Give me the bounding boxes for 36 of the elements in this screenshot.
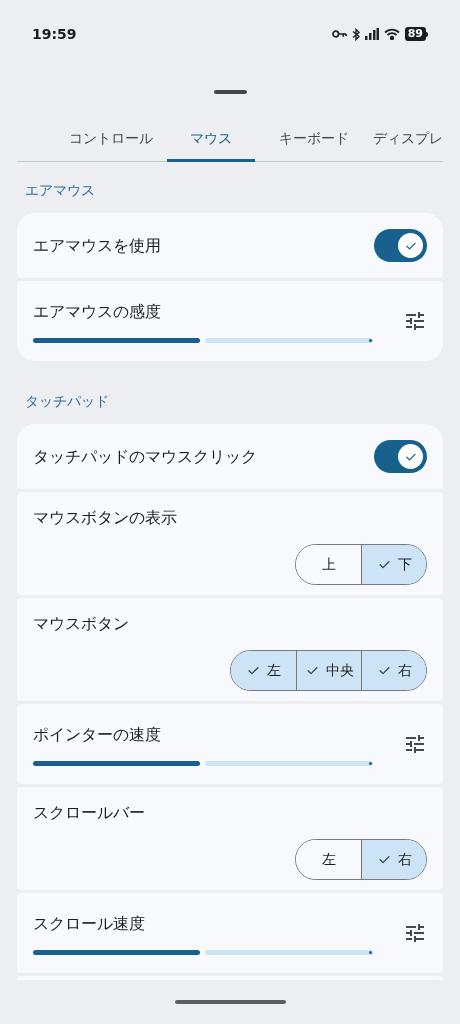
slider-track[interactable] [33,949,373,955]
drag-handle[interactable] [213,90,247,94]
segment-option[interactable]: 右 [361,651,426,690]
settings-row[interactable]: タッチパッドのマウスクリック [17,424,443,489]
row-label: エアマウスを使用 [33,234,162,257]
wifi-icon [383,28,400,40]
key-icon [331,29,347,39]
tab[interactable]: ディスプレ [373,128,443,161]
slider-track[interactable] [33,337,373,343]
row-label: スクロール速度 [33,912,146,935]
toggle-switch[interactable] [374,440,427,473]
segment-option[interactable]: 左 [231,651,296,690]
row-label: スクロールバー [33,802,146,824]
tab[interactable]: マウス [167,128,255,161]
slider-track[interactable] [33,760,373,766]
bluetooth-icon [351,27,360,41]
tab[interactable]: コントロール [54,128,168,161]
toggle-switch[interactable] [374,229,427,262]
settings-row[interactable]: エアマウスを使用 [17,213,443,278]
row-label: マウスボタン [33,613,130,635]
segment-option[interactable]: 下 [361,545,426,584]
section-header: タッチパッド [24,392,110,411]
battery-indicator: 89 [404,27,426,41]
segment-option[interactable]: 中央 [296,651,361,690]
signal-icon [364,28,379,40]
segment-option[interactable]: 右 [361,840,426,879]
row-label: エアマウスの感度 [33,300,162,323]
row-label: タッチパッドのマウスクリック [33,445,258,468]
row-label: ポインターの速度 [33,723,162,746]
tune-icon[interactable] [403,732,427,756]
tune-icon[interactable] [403,921,427,945]
row-label: マウスボタンの表示 [33,507,178,529]
tab[interactable]: キーボード [254,128,373,161]
tune-icon[interactable] [403,309,427,333]
section-header: エアマウス [24,181,96,200]
status-time: 19:59 [32,24,78,44]
